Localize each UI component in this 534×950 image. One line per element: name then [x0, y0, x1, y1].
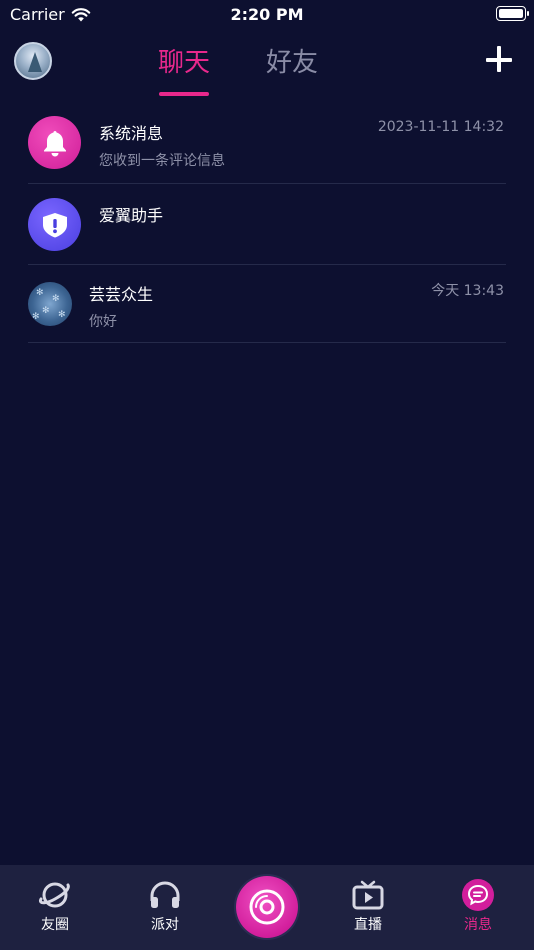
active-tab-indicator	[159, 92, 209, 96]
status-bar: Carrier 2:20 PM	[0, 0, 534, 28]
bell-icon	[28, 116, 81, 169]
headphones-icon	[148, 879, 182, 911]
nav-label: 友圈	[41, 917, 69, 933]
record-icon	[249, 889, 285, 925]
status-time: 2:20 PM	[230, 5, 304, 24]
chat-bubble-icon	[461, 879, 495, 911]
nav-item-messages[interactable]: 消息	[443, 879, 513, 934]
conversation-name: 爱翼助手	[99, 206, 164, 225]
record-button[interactable]	[236, 876, 298, 938]
nav-item-live[interactable]: 直播	[333, 879, 403, 934]
header: 聊天 好友	[0, 28, 534, 100]
conversation-item[interactable]: 系统消息 您收到一条评论信息 2023-11-11 14:32	[28, 104, 506, 184]
nav-label: 直播	[354, 917, 382, 933]
nav-label: 消息	[464, 917, 492, 933]
nav-label: 派对	[151, 917, 179, 933]
conversation-time: 2023-11-11 14:32	[377, 119, 504, 135]
tab-friends[interactable]: 好友	[266, 42, 318, 79]
conversation-name: 芸芸众生	[89, 285, 154, 304]
plus-icon[interactable]	[486, 46, 514, 74]
conversation-item[interactable]: ✻ ✻ ✻ ✻ ✻ 芸芸众生 你好 今天 13:43	[28, 265, 506, 343]
planet-icon	[38, 879, 72, 911]
nav-item-friends-circle[interactable]: 友圈	[20, 879, 90, 934]
conversation-preview: 您收到一条评论信息	[99, 153, 225, 169]
nav-item-party[interactable]: 派对	[130, 879, 200, 934]
alert-shield-icon	[28, 198, 81, 251]
conversation-preview: 你好	[89, 314, 117, 330]
conversation-item[interactable]: 爱翼助手	[28, 184, 506, 265]
bottom-nav: 友圈 派对 直播 消息	[0, 865, 534, 950]
tv-play-icon	[351, 879, 385, 911]
conversation-time: 今天 13:43	[431, 283, 504, 299]
tab-chat[interactable]: 聊天	[158, 42, 210, 79]
user-avatar[interactable]	[14, 42, 52, 80]
conversation-name: 系统消息	[99, 124, 164, 143]
contact-avatar: ✻ ✻ ✻ ✻ ✻	[28, 282, 72, 326]
battery-icon	[496, 6, 529, 21]
